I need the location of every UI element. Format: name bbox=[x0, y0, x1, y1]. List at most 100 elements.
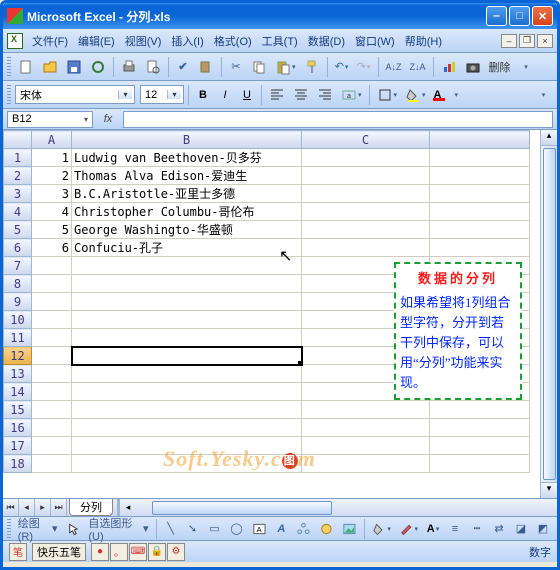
cell[interactable] bbox=[72, 257, 302, 275]
table-row[interactable]: 44Christopher Columbu-哥伦布 bbox=[4, 203, 530, 221]
cell[interactable]: George Washingto-华盛顿 bbox=[72, 221, 302, 239]
line-color-button[interactable]: ▾ bbox=[396, 518, 421, 539]
cell[interactable] bbox=[72, 347, 302, 365]
toolbar-grip-icon[interactable] bbox=[7, 57, 11, 77]
font-color-button[interactable]: A▾ bbox=[431, 84, 461, 105]
cell[interactable] bbox=[302, 185, 430, 203]
chart-wizard-button[interactable] bbox=[438, 56, 460, 77]
first-sheet-button[interactable]: ⏮ bbox=[3, 499, 19, 516]
row-header[interactable]: 13 bbox=[4, 365, 32, 383]
rectangle-button[interactable]: ▭ bbox=[205, 518, 225, 539]
redo-button[interactable]: ↷▾ bbox=[354, 56, 374, 77]
print-preview-button[interactable] bbox=[142, 56, 164, 77]
cell[interactable] bbox=[302, 455, 430, 473]
row-header[interactable]: 16 bbox=[4, 419, 32, 437]
next-sheet-button[interactable]: ▸ bbox=[35, 499, 51, 516]
row-header[interactable]: 12 bbox=[4, 347, 32, 365]
row-header[interactable]: 11 bbox=[4, 329, 32, 347]
menu-view[interactable]: 视图(V) bbox=[120, 30, 167, 52]
maximize-button[interactable]: □ bbox=[509, 6, 530, 26]
cell[interactable] bbox=[302, 203, 430, 221]
delete-button[interactable]: 删除 bbox=[486, 56, 514, 77]
font-color-button-2[interactable]: A▾ bbox=[423, 518, 443, 539]
ime-punct-icon[interactable]: 。 bbox=[110, 543, 128, 561]
menu-insert[interactable]: 插入(I) bbox=[166, 30, 208, 52]
diagram-button[interactable] bbox=[293, 518, 314, 539]
3d-button[interactable]: ◩ bbox=[533, 518, 553, 539]
cell[interactable] bbox=[302, 239, 430, 257]
select-objects-button[interactable] bbox=[63, 518, 84, 539]
camera-button[interactable] bbox=[462, 56, 484, 77]
ime-lock-icon[interactable]: 🔒 bbox=[148, 543, 166, 561]
cell[interactable] bbox=[72, 329, 302, 347]
vertical-scrollbar[interactable]: ▴ ▾ bbox=[540, 130, 557, 498]
cell[interactable] bbox=[430, 455, 530, 473]
borders-button[interactable]: ▾ bbox=[374, 84, 401, 105]
fontsize-combo[interactable]: 12 ▾ bbox=[140, 85, 184, 104]
last-sheet-button[interactable]: ⏭ bbox=[51, 499, 67, 516]
col-header-b[interactable]: B bbox=[72, 131, 302, 149]
row-header[interactable]: 3 bbox=[4, 185, 32, 203]
cell[interactable]: 1 bbox=[32, 149, 72, 167]
cell[interactable] bbox=[430, 401, 530, 419]
paste-button[interactable]: ▾ bbox=[272, 56, 299, 77]
row-header[interactable]: 4 bbox=[4, 203, 32, 221]
menu-file[interactable]: 文件(F) bbox=[27, 30, 73, 52]
permission-button[interactable] bbox=[87, 56, 109, 77]
table-row[interactable]: 22Thomas Alva Edison-爱迪生 bbox=[4, 167, 530, 185]
menu-help[interactable]: 帮助(H) bbox=[400, 30, 447, 52]
new-button[interactable] bbox=[15, 56, 37, 77]
cell[interactable] bbox=[32, 455, 72, 473]
undo-button[interactable]: ↶▾ bbox=[332, 56, 352, 77]
mdi-minimize-button[interactable]: ‒ bbox=[501, 34, 517, 48]
line-button[interactable]: ╲ bbox=[161, 518, 181, 539]
ime-name[interactable]: 快乐五笔 bbox=[32, 543, 86, 561]
mdi-restore-button[interactable]: ❐ bbox=[519, 34, 535, 48]
col-header-c[interactable]: C bbox=[302, 131, 430, 149]
horizontal-scroll-thumb[interactable] bbox=[152, 501, 332, 515]
toolbar-options-button[interactable]: ▾ bbox=[516, 56, 536, 77]
menu-format[interactable]: 格式(O) bbox=[209, 30, 257, 52]
cell[interactable] bbox=[32, 311, 72, 329]
table-row[interactable]: 16 bbox=[4, 419, 530, 437]
cell[interactable] bbox=[430, 203, 530, 221]
cell[interactable] bbox=[302, 167, 430, 185]
row-header[interactable]: 15 bbox=[4, 401, 32, 419]
cell[interactable] bbox=[32, 347, 72, 365]
cell[interactable]: 5 bbox=[32, 221, 72, 239]
col-header-extra[interactable] bbox=[430, 131, 530, 149]
mdi-close-button[interactable]: × bbox=[537, 34, 553, 48]
cell[interactable] bbox=[32, 329, 72, 347]
ime-settings-icon[interactable]: ⚙ bbox=[167, 543, 185, 561]
cell[interactable] bbox=[32, 257, 72, 275]
cell[interactable] bbox=[430, 149, 530, 167]
cell[interactable] bbox=[72, 419, 302, 437]
sort-desc-button[interactable]: Z↓A bbox=[407, 56, 429, 77]
row-header[interactable]: 18 bbox=[4, 455, 32, 473]
prev-sheet-button[interactable]: ◂ bbox=[19, 499, 35, 516]
dash-style-button[interactable]: ┅ bbox=[467, 518, 487, 539]
copy-button[interactable] bbox=[248, 56, 270, 77]
bold-button[interactable]: B bbox=[193, 84, 213, 105]
minimize-button[interactable]: ‒ bbox=[486, 6, 507, 26]
oval-button[interactable]: ◯ bbox=[227, 518, 247, 539]
cell[interactable] bbox=[430, 419, 530, 437]
cell[interactable]: Christopher Columbu-哥伦布 bbox=[72, 203, 302, 221]
row-header[interactable]: 7 bbox=[4, 257, 32, 275]
cell[interactable] bbox=[32, 365, 72, 383]
cell[interactable] bbox=[302, 419, 430, 437]
save-button[interactable] bbox=[63, 56, 85, 77]
sheet-tab-active[interactable]: 分列 bbox=[69, 499, 113, 516]
cell[interactable] bbox=[72, 401, 302, 419]
horizontal-scrollbar[interactable]: ◂ bbox=[117, 499, 557, 516]
print-button[interactable] bbox=[118, 56, 140, 77]
fill-color-button[interactable]: ▾ bbox=[402, 84, 429, 105]
cell[interactable] bbox=[32, 293, 72, 311]
cell[interactable] bbox=[72, 311, 302, 329]
cell[interactable]: Thomas Alva Edison-爱迪生 bbox=[72, 167, 302, 185]
cut-button[interactable]: ✂ bbox=[226, 56, 246, 77]
row-header[interactable]: 6 bbox=[4, 239, 32, 257]
cell[interactable] bbox=[430, 167, 530, 185]
vertical-scroll-thumb[interactable] bbox=[543, 148, 556, 480]
row-header[interactable]: 14 bbox=[4, 383, 32, 401]
